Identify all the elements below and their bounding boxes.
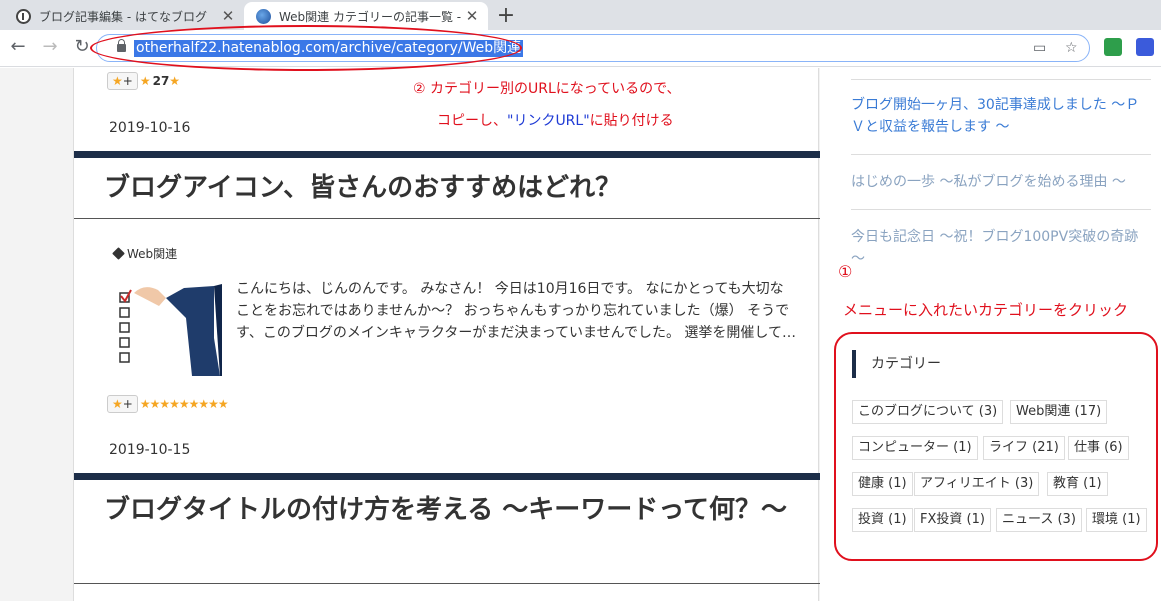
tab-title: Web関連 カテゴリーの記事一覧 - Li <box>279 9 462 24</box>
post-category[interactable]: Web関連 <box>112 245 178 262</box>
add-star-button[interactable]: ★+ <box>107 72 138 90</box>
divider <box>851 209 1151 210</box>
bookmark-star-icon[interactable]: ☆ <box>1065 40 1078 56</box>
url-highlight-oval <box>90 25 522 71</box>
tag-icon <box>112 247 125 260</box>
category-label: Web関連 <box>127 247 178 261</box>
divider <box>851 79 1151 80</box>
divider <box>74 583 820 584</box>
star-rating: ★+ ★ 27 ★ <box>107 72 180 90</box>
star-icon: ★ <box>139 74 151 88</box>
sidebar-recent-link[interactable]: はじめの一歩 ～私がブログを始める理由 ～ <box>851 171 1151 193</box>
heading-bar <box>74 473 820 480</box>
forward-arrow-icon[interactable]: → <box>38 36 62 57</box>
add-star-button[interactable]: ★+ <box>107 395 138 413</box>
new-tab-icon[interactable]: + <box>494 3 518 28</box>
extension-check-icon[interactable] <box>1104 38 1122 56</box>
site-favicon-icon <box>256 8 271 24</box>
star-rating: ★+ ★★★★★★★★★ <box>107 395 229 413</box>
annotation-text: コピーし、 <box>437 113 507 129</box>
tab-bar: ブログ記事編集 - はてなブログ ✕ Web関連 カテゴリーの記事一覧 - Li… <box>0 0 1161 30</box>
post-title[interactable]: ブログタイトルの付け方を考える ～キーワードって何？～ <box>104 489 804 531</box>
category-highlight-box <box>834 332 1158 561</box>
tab-blog-edit[interactable]: ブログ記事編集 - はてなブログ ✕ <box>4 2 244 30</box>
sidebar-recent-link[interactable]: 今日も記念日 ～祝！ブログ100PV突破の奇跡～ <box>851 226 1151 270</box>
close-tab-icon[interactable]: ✕ <box>462 7 482 25</box>
annotation-step2-line2: コピーし、"リンクURL"に貼り付ける <box>437 110 674 130</box>
tab-title: ブログ記事編集 - はてなブログ <box>39 9 207 24</box>
cast-icon[interactable]: ▭ <box>1033 40 1046 56</box>
star-count: 27 <box>152 74 170 88</box>
close-tab-icon[interactable]: ✕ <box>218 7 238 25</box>
divider <box>74 218 820 219</box>
annotation-step2-line1: ② カテゴリー別のURLになっているので、 <box>413 81 681 97</box>
extension-chat-icon[interactable] <box>1136 38 1154 56</box>
sidebar-recent-link[interactable]: ブログ開始一ヶ月、30記事達成しました ～ＰＶと収益を報告します ～ <box>851 94 1151 138</box>
annotation-link-url-text: "リンクURL" <box>507 113 590 129</box>
divider <box>851 154 1151 155</box>
post-date: 2019-10-15 <box>109 442 191 458</box>
heading-bar <box>74 151 820 158</box>
post-excerpt: こんにちは、じんのんです。 みなさん！ 今日は10月16日です。 なにかとっても… <box>236 281 796 341</box>
back-arrow-icon[interactable]: ← <box>6 36 30 57</box>
post-thumbnail[interactable] <box>114 278 226 383</box>
post-date: 2019-10-16 <box>109 120 191 136</box>
star-icon: ★ <box>169 74 181 88</box>
stars-row: ★★★★★★★★★ <box>139 397 229 411</box>
annotation-step1-text: メニューに入れたいカテゴリーをクリック <box>843 301 1129 319</box>
annotation-step1-number: ① <box>838 262 853 281</box>
hatena-favicon-icon <box>16 8 31 24</box>
annotation-text: に貼り付ける <box>589 113 674 129</box>
post-title[interactable]: ブログアイコン、皆さんのおすすめはどれ？ <box>104 167 804 209</box>
main-column: ★+ ★ 27 ★ 2019-10-16 ブログアイコン、皆さんのおすすめはどれ？ … <box>73 68 820 601</box>
